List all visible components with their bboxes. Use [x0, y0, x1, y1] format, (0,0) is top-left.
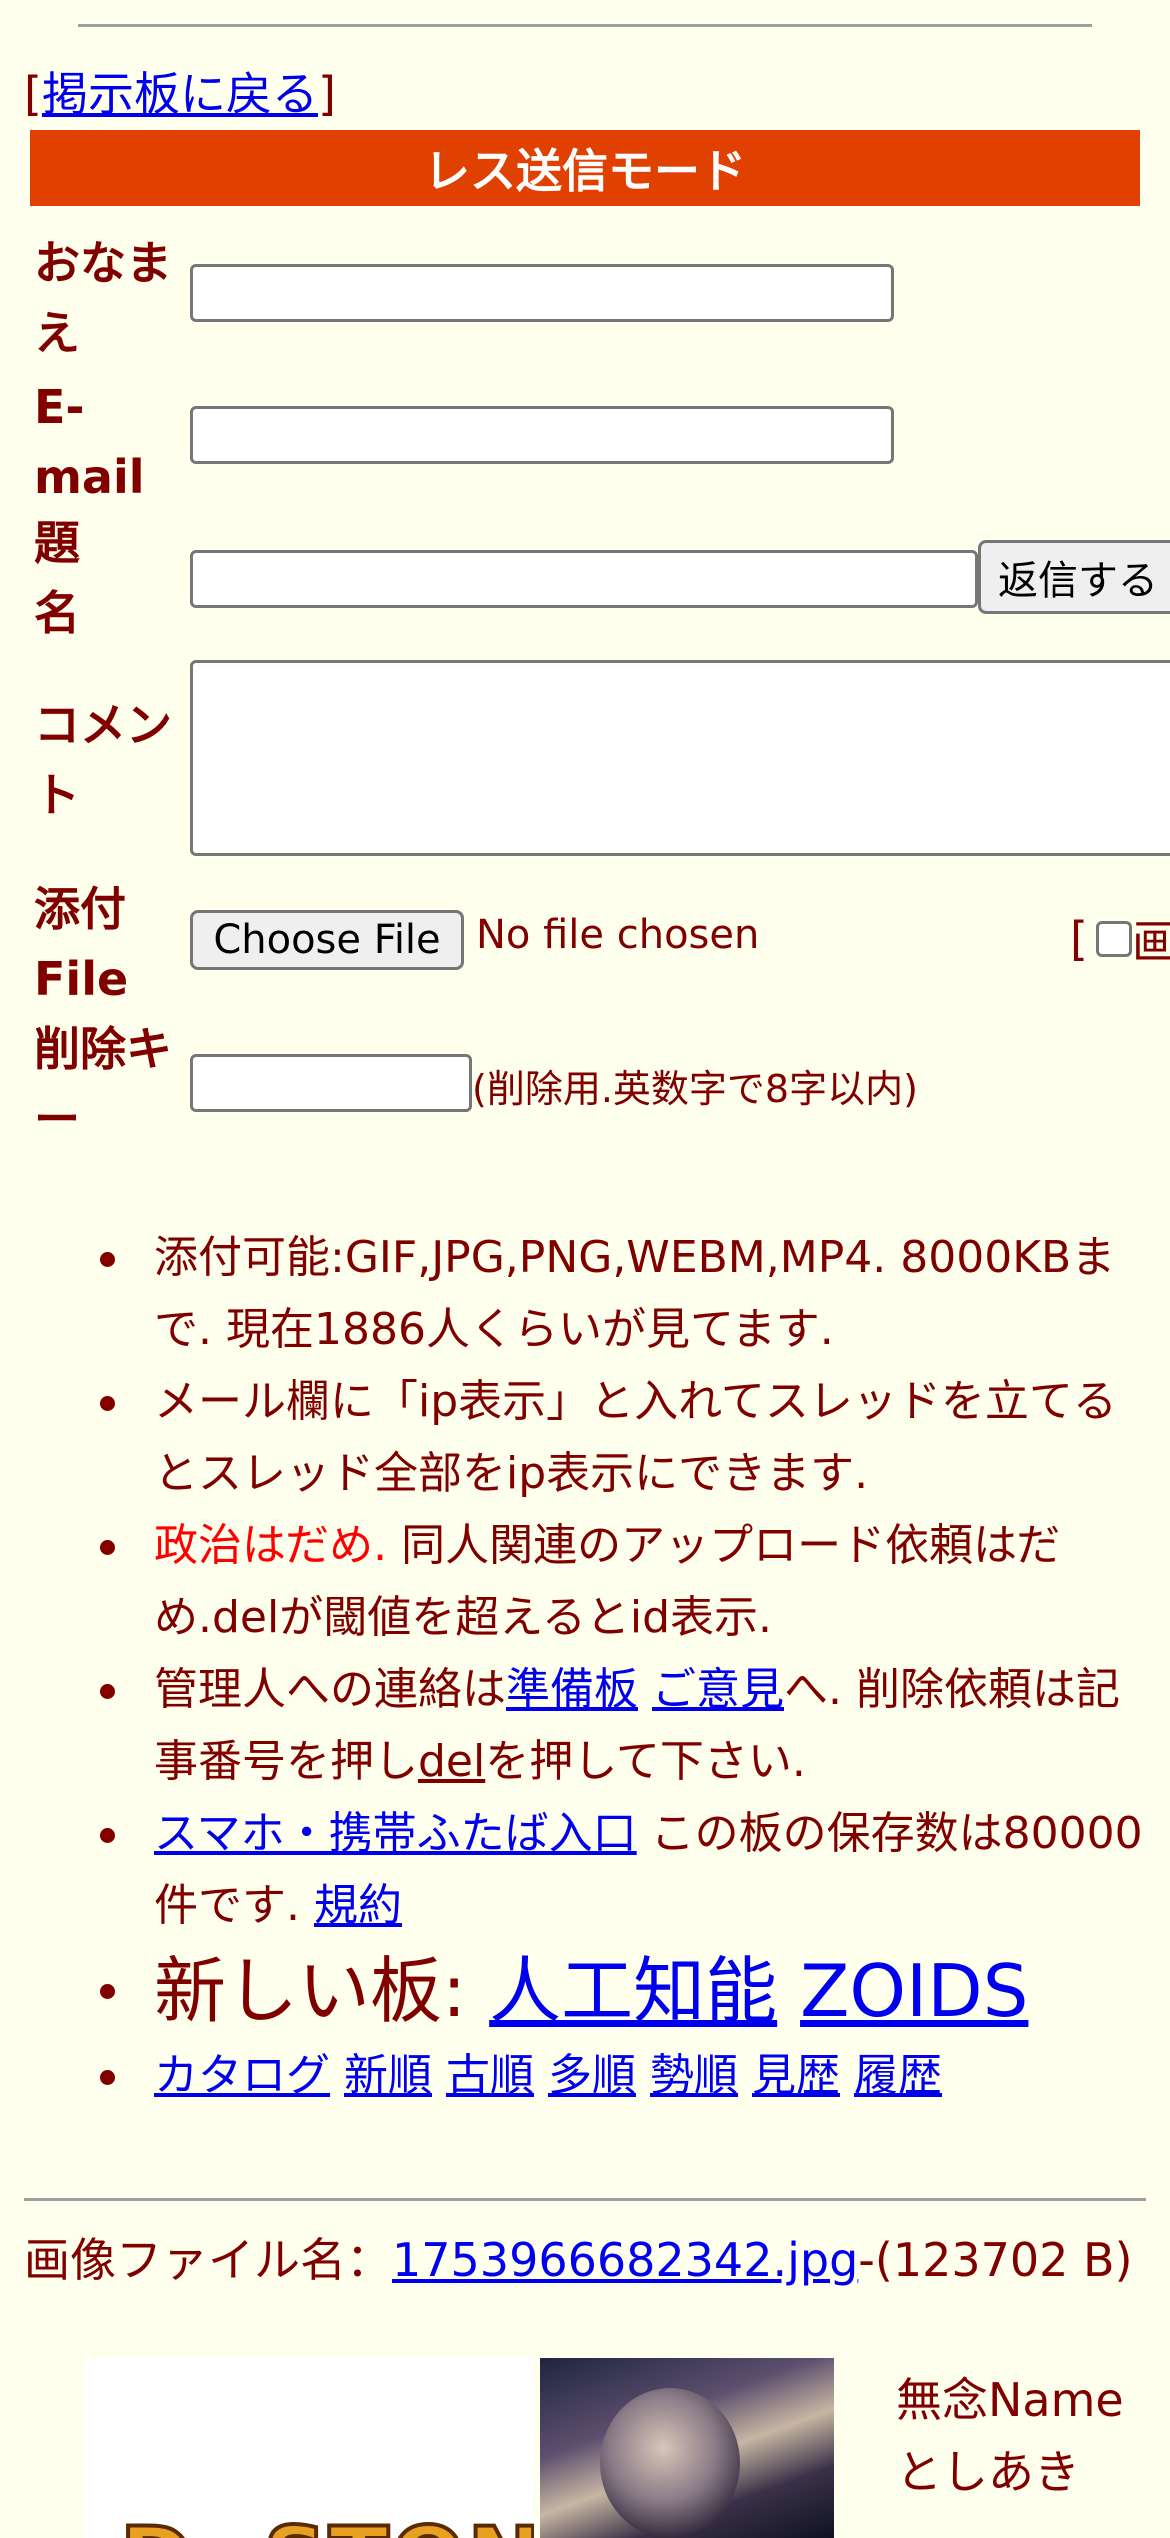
- new-boards-item: 新しい板: 人工知能 ZOIDS: [0, 1942, 1170, 2040]
- post-author: としあき: [896, 2445, 1080, 2499]
- politics-warning: 政治はだめ.: [154, 1520, 388, 1571]
- dr-stone-logo: Dr.STONE: [118, 2506, 534, 2538]
- post-thumbnail-character[interactable]: [540, 2358, 834, 2538]
- subject-label: 題名: [34, 516, 80, 640]
- file-label: 添付File: [34, 882, 129, 1006]
- email-label: E-mail: [34, 380, 145, 504]
- back-to-board-link[interactable]: 掲示板に戻る: [42, 67, 318, 121]
- back-link-wrapper: [掲示板に戻る]: [24, 67, 336, 121]
- ai-board-link[interactable]: 人工知能: [489, 1949, 777, 2033]
- no-file-status: No file chosen: [476, 912, 760, 958]
- del-link[interactable]: del: [418, 1736, 485, 1787]
- section-divider: [24, 2198, 1146, 2201]
- delete-key-field[interactable]: [190, 1054, 472, 1112]
- delete-key-label: 削除キー: [34, 1022, 172, 1146]
- sort-old-link[interactable]: 古順: [446, 2050, 534, 2101]
- post-history-link[interactable]: 履歴: [854, 2050, 942, 2101]
- delete-key-hint: (削除用.英数字で8字以内): [472, 1067, 918, 1111]
- name-field[interactable]: [190, 264, 894, 322]
- post-thumbnail-logo[interactable]: Dr.STONE: [84, 2358, 534, 2538]
- sort-momentum-link[interactable]: 勢順: [650, 2050, 738, 2101]
- feedback-link[interactable]: ご意見: [652, 1664, 784, 1715]
- bracket-open: [: [1070, 912, 1088, 966]
- reply-mode-banner: レス送信モード: [30, 130, 1140, 206]
- view-history-link[interactable]: 見歴: [752, 2050, 840, 2101]
- image-file-link[interactable]: 1753966682342.jpg: [392, 2233, 858, 2287]
- choose-file-button[interactable]: Choose File: [190, 910, 464, 970]
- mobile-entrance-link[interactable]: スマホ・携帯ふたば入口: [154, 1808, 637, 1859]
- rule-item: 政治はだめ. 同人関連のアップロード依頼はだめ.delが閾値を超えるとid表示.: [0, 1510, 1170, 1654]
- image-checkbox[interactable]: [1095, 921, 1132, 957]
- sort-new-link[interactable]: 新順: [344, 2050, 432, 2101]
- sort-links-item: カタログ 新順 古順 多順 勢順 見歴 履歴: [0, 2040, 1170, 2112]
- image-file-info: 画像ファイル名：1753966682342.jpg-(123702 B): [24, 2233, 1133, 2287]
- board-rules-list: 添付可能:GIF,JPG,PNG,WEBM,MP4. 8000KBまで. 現在1…: [0, 1222, 1170, 2112]
- catalog-link[interactable]: カタログ: [154, 2050, 330, 2101]
- prep-board-link[interactable]: 準備板: [506, 1664, 638, 1715]
- subject-field[interactable]: [190, 550, 978, 608]
- zoids-board-link[interactable]: ZOIDS: [800, 1949, 1028, 2033]
- rule-item: 管理人への連絡は準備板 ご意見へ. 削除依頼は記事番号を押しdelを押して下さい…: [0, 1654, 1170, 1798]
- image-checkbox-group: [ 画: [1070, 906, 1170, 972]
- top-divider: [78, 24, 1092, 27]
- rule-item: メール欄に「ip表示」と入れてスレッドを立てるとスレッド全部をip表示にできます…: [0, 1366, 1170, 1510]
- post-meta: 無念Name としあき: [896, 2364, 1124, 2508]
- character-figure: [600, 2388, 740, 2538]
- name-label: おなまえ: [34, 236, 172, 360]
- comment-label: コメント: [34, 698, 172, 822]
- image-checkbox-label: 画: [1131, 915, 1170, 969]
- submit-reply-button[interactable]: 返信する: [978, 540, 1170, 614]
- sort-many-link[interactable]: 多順: [548, 2050, 636, 2101]
- post-subject: 無念Name: [896, 2373, 1124, 2427]
- terms-link[interactable]: 規約: [314, 1880, 402, 1931]
- rule-item: 添付可能:GIF,JPG,PNG,WEBM,MP4. 8000KBまで. 現在1…: [0, 1222, 1170, 1366]
- email-field[interactable]: [190, 406, 894, 464]
- comment-textarea[interactable]: [190, 660, 1170, 856]
- rule-item: スマホ・携帯ふたば入口 この板の保存数は80000件です. 規約: [0, 1798, 1170, 1942]
